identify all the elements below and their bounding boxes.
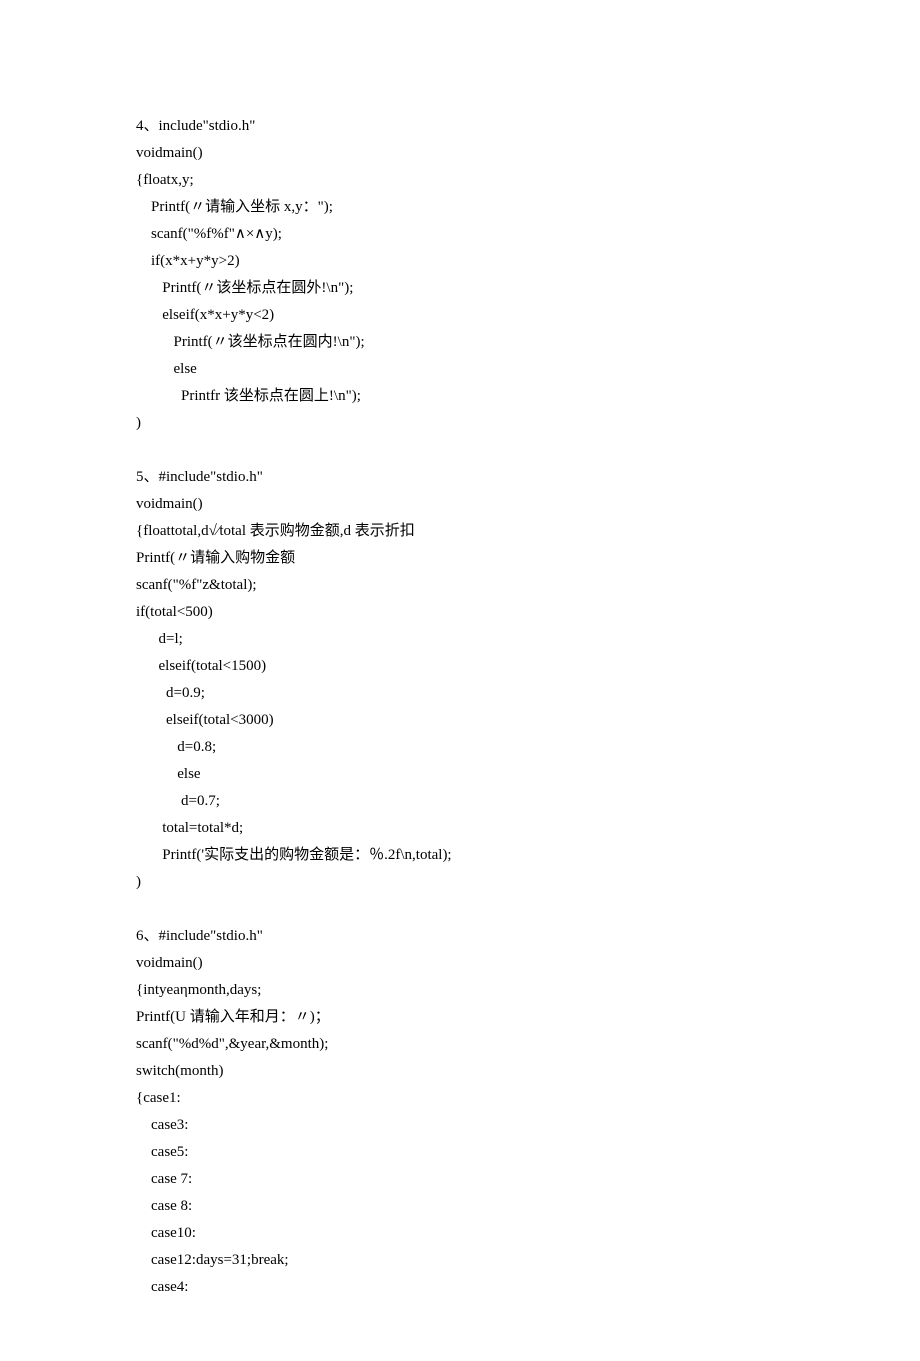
code-line: Printf(〃请输入购物金额 (136, 545, 784, 572)
document-page: 4、include"stdio.h" voidmain() {floatx,y;… (0, 0, 920, 1361)
code-line: ) (136, 869, 784, 896)
code-line: {intyeaηmonth,days; (136, 977, 784, 1004)
code-line: if(total<500) (136, 599, 784, 626)
code-line: 5、#include"stdio.h" (136, 464, 784, 491)
code-line: elseif(total<3000) (136, 707, 784, 734)
code-line: d=0.8; (136, 734, 784, 761)
code-line: 4、include"stdio.h" (136, 113, 784, 140)
code-line: scanf("%d%d",&year,&month); (136, 1031, 784, 1058)
code-line: 6、#include"stdio.h" (136, 923, 784, 950)
code-line: voidmain() (136, 491, 784, 518)
code-line: case 8: (136, 1193, 784, 1220)
code-line: Printf(〃请输入坐标 x,y："); (136, 194, 784, 221)
code-line: case5: (136, 1139, 784, 1166)
code-line: {case1: (136, 1085, 784, 1112)
code-line: Printf(〃该坐标点在圆内!\n"); (136, 329, 784, 356)
blank-line (136, 437, 784, 464)
code-line: d=0.9; (136, 680, 784, 707)
code-line: scanf("%f%f"∧×∧y); (136, 221, 784, 248)
code-line: Printf(〃该坐标点在圆外!\n"); (136, 275, 784, 302)
code-line: else (136, 761, 784, 788)
blank-line (136, 896, 784, 923)
code-line: case 7: (136, 1166, 784, 1193)
code-line: d=l; (136, 626, 784, 653)
code-line: Printfr 该坐标点在圆上!\n"); (136, 383, 784, 410)
code-line: ) (136, 410, 784, 437)
code-line: voidmain() (136, 950, 784, 977)
code-line: scanf("%f"z&total); (136, 572, 784, 599)
code-line: case4: (136, 1274, 784, 1301)
code-line: elseif(x*x+y*y<2) (136, 302, 784, 329)
code-line: {floattotal,d√∕total 表示购物金额,d 表示折扣 (136, 518, 784, 545)
code-line: Printf(U 请输入年和月：〃)； (136, 1004, 784, 1031)
code-line: voidmain() (136, 140, 784, 167)
code-line: case12:days=31;break; (136, 1247, 784, 1274)
code-line: d=0.7; (136, 788, 784, 815)
code-line: else (136, 356, 784, 383)
code-line: if(x*x+y*y>2) (136, 248, 784, 275)
code-line: switch(month) (136, 1058, 784, 1085)
code-line: case10: (136, 1220, 784, 1247)
code-line: Printf('实际支出的购物金额是：％.2f\n,total); (136, 842, 784, 869)
code-line: total=total*d; (136, 815, 784, 842)
code-line: elseif(total<1500) (136, 653, 784, 680)
code-line: case3: (136, 1112, 784, 1139)
code-line: {floatx,y; (136, 167, 784, 194)
